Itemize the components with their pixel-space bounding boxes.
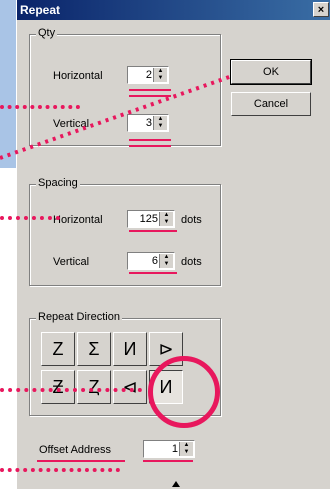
selected-direction-circle bbox=[148, 356, 220, 428]
cursor-caret-icon bbox=[172, 481, 180, 487]
